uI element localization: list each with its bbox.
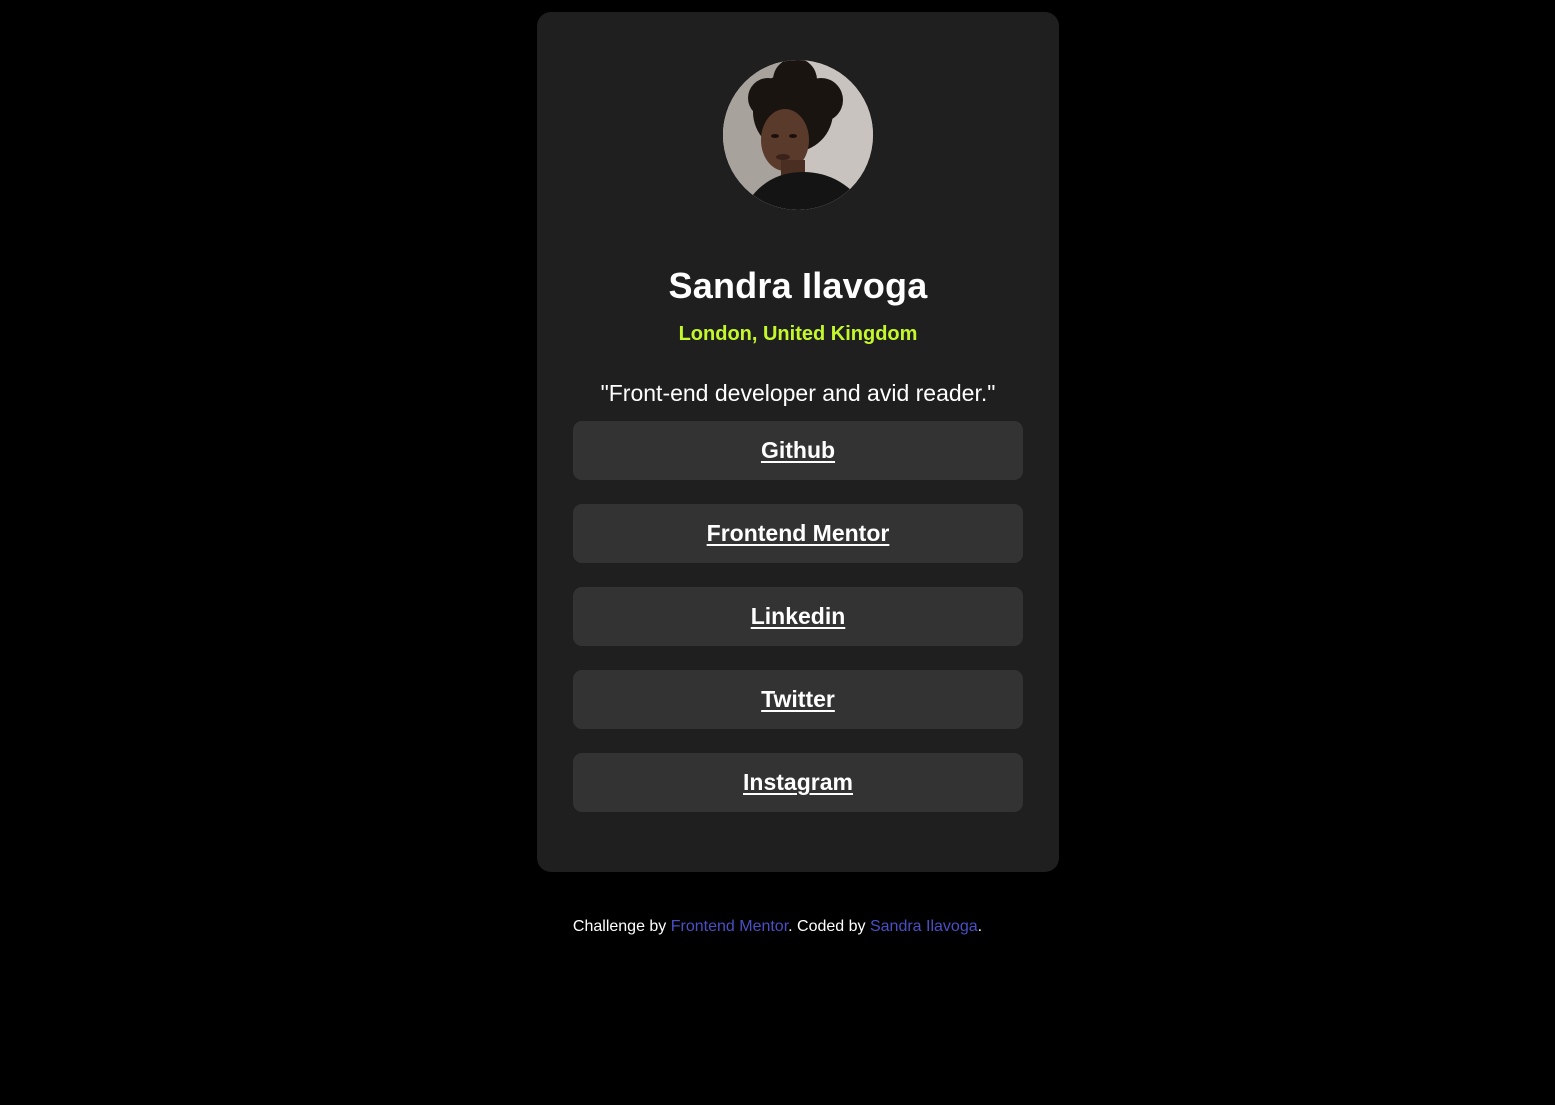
- footer-suffix: .: [977, 918, 983, 935]
- profile-location: London, United Kingdom: [678, 323, 918, 345]
- footer-middle: . Coded by: [788, 918, 870, 935]
- github-link[interactable]: Github: [761, 437, 835, 464]
- footer-prefix: Challenge by: [572, 918, 671, 935]
- social-links-list: Github Frontend Mentor Linkedin Twitter …: [573, 421, 1023, 836]
- avatar-image: [723, 60, 873, 210]
- profile-bio: "Front-end developer and avid reader.": [600, 380, 996, 406]
- linkedin-link[interactable]: Linkedin: [751, 603, 846, 630]
- github-link-button[interactable]: Github: [573, 421, 1023, 480]
- instagram-link-button[interactable]: Instagram: [573, 753, 1023, 812]
- attribution-footer: Challenge by Frontend Mentor. Coded by S…: [0, 915, 1555, 939]
- profile-name: Sandra Ilavoga: [668, 265, 928, 307]
- profile-card: Sandra Ilavoga London, United Kingdom "F…: [537, 12, 1059, 872]
- linkedin-link-button[interactable]: Linkedin: [573, 587, 1023, 646]
- frontend-mentor-link-button[interactable]: Frontend Mentor: [573, 504, 1023, 563]
- frontend-mentor-link[interactable]: Frontend Mentor: [707, 520, 890, 547]
- avatar: [723, 60, 873, 210]
- twitter-link[interactable]: Twitter: [761, 686, 835, 713]
- instagram-link[interactable]: Instagram: [743, 769, 853, 796]
- author-attribution-link[interactable]: Sandra Ilavoga: [870, 918, 978, 935]
- twitter-link-button[interactable]: Twitter: [573, 670, 1023, 729]
- frontend-mentor-attribution-link[interactable]: Frontend Mentor: [671, 918, 788, 935]
